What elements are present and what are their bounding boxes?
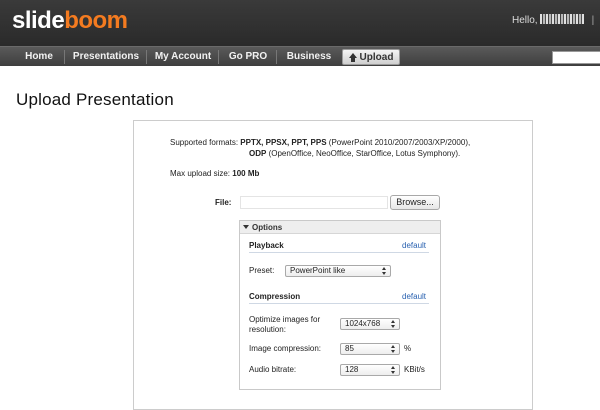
formats-desc-odp: (OpenOffice, NeoOffice, StarOffice, Lotu… (268, 149, 461, 158)
supported-formats-label: Supported formats: (170, 138, 239, 147)
compression-section-title: Compression (249, 292, 301, 301)
playback-section-title: Playback (249, 241, 284, 250)
optimize-label-line2: resolution: (249, 325, 286, 334)
slideboom-logo[interactable]: slideboom (12, 7, 128, 35)
formats-list-powerpoint: PPTX, PPSX, PPT, PPS (240, 138, 327, 147)
options-header-label: Options (252, 223, 283, 232)
optimize-label-line1: Optimize images for (249, 315, 321, 324)
select-arrows-icon (391, 320, 396, 328)
resolution-selected-value: 1024x768 (345, 319, 381, 328)
compression-default-link[interactable]: default (402, 292, 426, 301)
optimize-images-label: Optimize images for resolution: (249, 315, 320, 335)
max-upload-value: 100 Mb (232, 169, 260, 178)
audio-bitrate-unit: KBit/s (404, 365, 425, 374)
preset-selected-value: PowerPoint like (290, 266, 346, 275)
resolution-select[interactable]: 1024x768 (340, 318, 400, 330)
header-divider: | (591, 15, 595, 26)
nav-divider (276, 50, 277, 64)
supported-formats-line2: ODP (OpenOffice, NeoOffice, StarOffice, … (249, 149, 460, 158)
file-path-field[interactable] (240, 196, 388, 209)
page-title: Upload Presentation (16, 90, 174, 109)
logo-text-boom: boom (64, 7, 128, 34)
nav-divider (218, 50, 219, 64)
upload-button[interactable]: Upload (342, 49, 400, 65)
select-arrows-icon (391, 345, 396, 353)
obscured-username[interactable] (539, 14, 584, 24)
options-toggle[interactable]: Options (240, 221, 440, 234)
select-arrows-icon (382, 267, 387, 275)
file-label: File: (215, 198, 232, 207)
audio-bitrate-selected-value: 128 (345, 365, 359, 374)
nav-home[interactable]: Home (14, 47, 64, 66)
image-compression-select[interactable]: 85 (340, 343, 400, 355)
max-upload-label: Max upload size: (170, 169, 231, 178)
nav-divider (146, 50, 147, 64)
supported-formats-line1: Supported formats: PPTX, PPSX, PPT, PPS … (170, 138, 470, 147)
top-header: slideboom Hello, | (0, 0, 600, 46)
options-panel: Options Playback default Preset: PowerPo… (239, 220, 441, 390)
formats-list-odp: ODP (249, 149, 267, 158)
image-compression-unit: % (404, 344, 412, 353)
nav-go-pro[interactable]: Go PRO (224, 47, 272, 66)
image-compression-label: Image compression: (249, 344, 322, 353)
browse-button[interactable]: Browse... (390, 195, 440, 210)
audio-bitrate-select[interactable]: 128 (340, 364, 400, 376)
greeting-text: Hello, (512, 15, 538, 26)
nav-business[interactable]: Business (282, 47, 336, 66)
nav-my-account[interactable]: My Account (152, 47, 214, 66)
search-input[interactable] (552, 51, 600, 64)
section-divider (249, 303, 429, 304)
audio-bitrate-label: Audio bitrate: (249, 365, 297, 374)
upload-arrow-icon (348, 52, 357, 62)
select-arrows-icon (391, 366, 396, 374)
preset-select[interactable]: PowerPoint like (285, 265, 391, 277)
image-compression-selected-value: 85 (345, 344, 354, 353)
section-divider (249, 252, 429, 253)
formats-desc-powerpoint: (PowerPoint 2010/2007/2003/XP/2000), (328, 138, 471, 147)
nav-presentations[interactable]: Presentations (70, 47, 142, 66)
upload-button-label: Upload (359, 51, 394, 63)
main-nav: Home Presentations My Account Go PRO Bus… (0, 46, 600, 66)
nav-divider (64, 50, 65, 64)
max-upload-size: Max upload size: 100 Mb (170, 169, 259, 178)
user-greeting: Hello, | (512, 14, 594, 26)
upload-form: Supported formats: PPTX, PPSX, PPT, PPS … (133, 120, 533, 410)
preset-label: Preset: (249, 266, 275, 275)
collapse-triangle-icon (243, 225, 249, 229)
playback-default-link[interactable]: default (402, 241, 426, 250)
logo-text-slide: slide (12, 7, 65, 34)
